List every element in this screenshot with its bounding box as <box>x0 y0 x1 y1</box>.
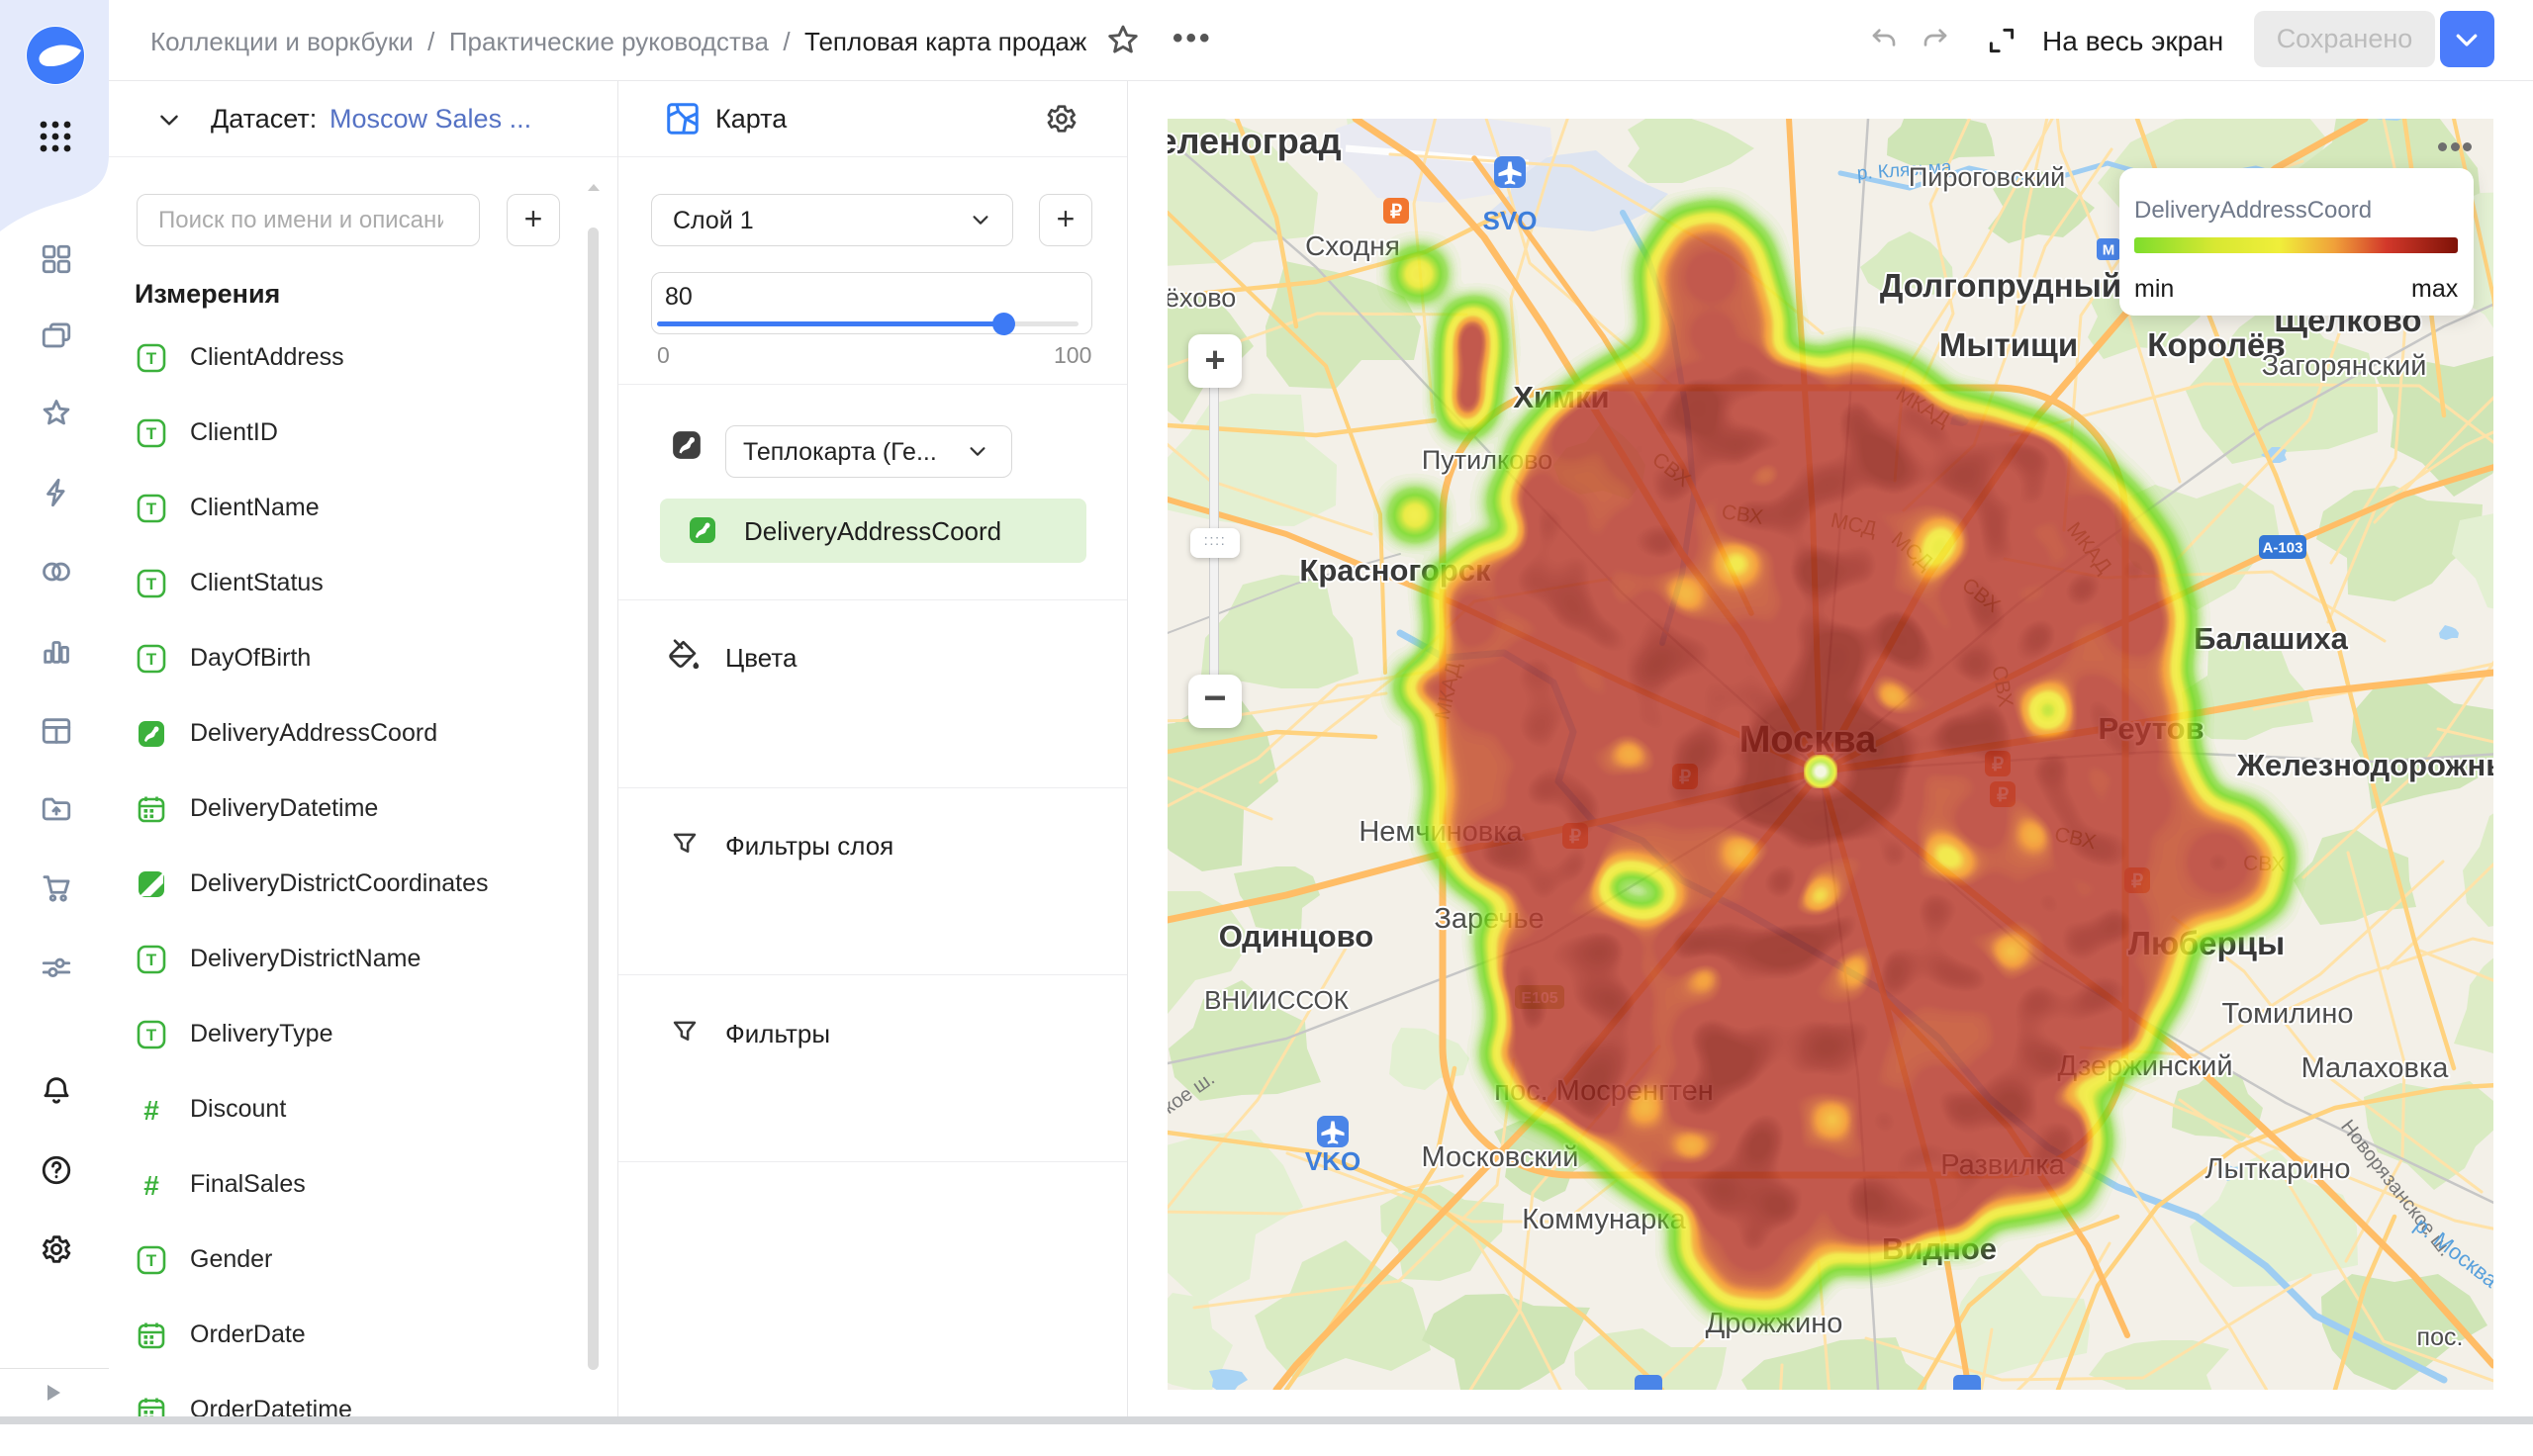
svg-text:Пироговский: Пироговский <box>1909 162 2065 192</box>
svg-text:Московский: Московский <box>1422 1141 1579 1173</box>
svg-text:VKO: VKO <box>1305 1146 1360 1176</box>
svg-text:T: T <box>146 1251 157 1270</box>
svg-text:Загорянский: Загорянский <box>2262 350 2427 382</box>
svg-text:SVO: SVO <box>1483 206 1538 235</box>
svg-text:T: T <box>146 575 157 593</box>
svg-text:₽: ₽ <box>1390 202 1402 223</box>
svg-text:Балашиха: Балашиха <box>2194 621 2349 656</box>
svg-text:T: T <box>146 424 157 443</box>
svg-text:Томилино: Томилино <box>2222 998 2354 1030</box>
svg-text:ВНИИССОК: ВНИИССОК <box>1204 985 1349 1015</box>
svg-text:Зеленоград: Зеленоград <box>1168 121 1342 161</box>
svg-text:T: T <box>146 349 157 368</box>
svg-text:Железнодорожны: Железнодорожны <box>2236 748 2493 782</box>
svg-text:пос.: пос. <box>2417 1323 2464 1351</box>
svg-text:Малаховка: Малаховка <box>2301 1052 2450 1084</box>
svg-text:Дрожжино: Дрожжино <box>1706 1308 1843 1339</box>
svg-text:#: # <box>143 1095 159 1125</box>
svg-text:T: T <box>146 951 157 969</box>
svg-text:#: # <box>143 1170 159 1200</box>
svg-text:T: T <box>146 500 157 518</box>
svg-text:Сходня: Сходня <box>1305 230 1400 261</box>
svg-text:ёхово: ёхово <box>1168 283 1236 313</box>
svg-text:Долгопрудный: Долгопрудный <box>1880 267 2121 304</box>
svg-text:T: T <box>146 650 157 669</box>
svg-text:Коммунарка: Коммунарка <box>1522 1204 1686 1235</box>
svg-text:Мытищи: Мытищи <box>1939 326 2078 363</box>
svg-text:T: T <box>146 1026 157 1045</box>
svg-text:Лыткарино: Лыткарино <box>2205 1153 2350 1185</box>
svg-text:А-103: А-103 <box>2263 539 2303 556</box>
svg-text:Одинцово: Одинцово <box>1219 919 1373 954</box>
svg-text:М: М <box>2103 241 2115 258</box>
